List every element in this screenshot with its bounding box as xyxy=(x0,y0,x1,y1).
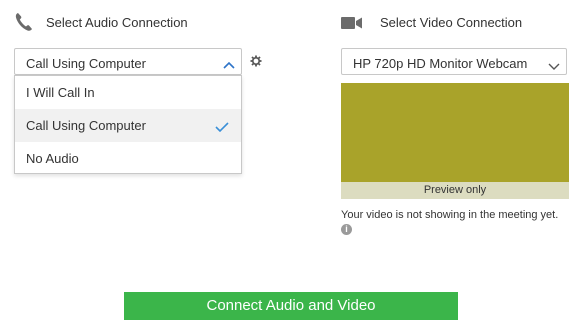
info-icon[interactable]: i xyxy=(341,224,352,235)
menu-item-label: I Will Call In xyxy=(26,85,95,100)
video-status-text: Your video is not showing in the meeting… xyxy=(341,209,559,221)
video-camera-icon xyxy=(341,16,363,35)
menu-item-call-using-computer[interactable]: Call Using Computer xyxy=(15,109,241,142)
audio-connection-dropdown[interactable]: Call Using Computer xyxy=(14,48,242,75)
preview-only-label: Preview only xyxy=(341,182,569,199)
chevron-down-icon xyxy=(548,59,560,74)
video-connection-dropdown[interactable]: HP 720p HD Monitor Webcam xyxy=(341,48,567,75)
video-preview xyxy=(341,83,569,182)
menu-item-i-will-call-in[interactable]: I Will Call In xyxy=(15,76,241,109)
phone-icon xyxy=(14,12,34,32)
audio-options-menu: I Will Call In Call Using Computer No Au… xyxy=(14,75,242,174)
gear-icon[interactable] xyxy=(250,54,262,72)
checkmark-icon xyxy=(215,120,229,135)
chevron-up-icon xyxy=(223,57,235,72)
menu-item-label: No Audio xyxy=(26,151,79,166)
video-dropdown-value: HP 720p HD Monitor Webcam xyxy=(353,56,528,71)
menu-item-label: Call Using Computer xyxy=(26,118,146,133)
audio-dropdown-value: Call Using Computer xyxy=(26,56,146,71)
video-status-message: Your video is not showing in the meeting… xyxy=(341,209,563,235)
video-section-title: Select Video Connection xyxy=(380,15,523,30)
connect-audio-video-button[interactable]: Connect Audio and Video xyxy=(124,292,458,320)
audio-section-title: Select Audio Connection xyxy=(46,15,188,30)
menu-item-no-audio[interactable]: No Audio xyxy=(15,142,241,175)
